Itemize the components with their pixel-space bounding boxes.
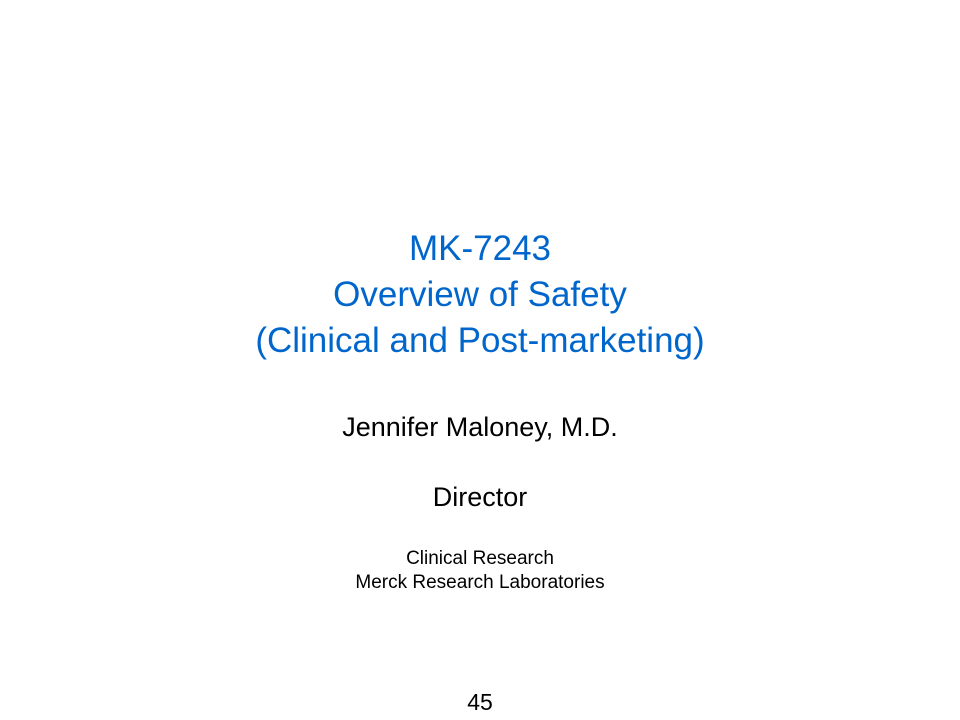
presenter-affiliation: Clinical Research Merck Research Laborat…: [80, 547, 880, 595]
slide-title: MK-7243 Overview of Safety (Clinical and…: [80, 226, 880, 364]
presenter-name: Jennifer Maloney, M.D.: [342, 412, 618, 442]
title-topic: Overview of Safety: [333, 275, 627, 314]
page-number: 45: [467, 689, 493, 715]
presenter-role: Director: [432, 482, 528, 512]
department-label: Clinical Research: [406, 548, 554, 569]
slide: MK-7243 Overview of Safety (Clinical and…: [0, 0, 960, 720]
organization-label: Merck Research Laboratories: [355, 572, 605, 593]
title-scope: (Clinical and Post-marketing): [255, 321, 705, 360]
title-drug-code: MK-7243: [408, 229, 552, 268]
